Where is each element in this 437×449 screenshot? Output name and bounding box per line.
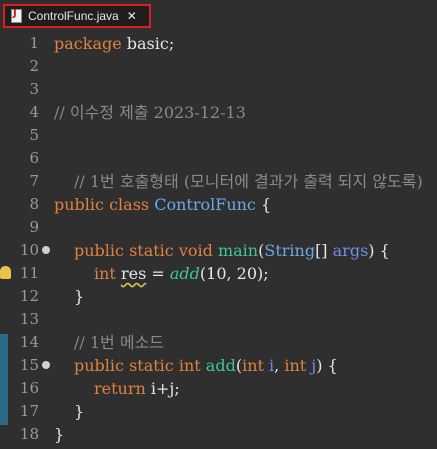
code-line: // 1번 메소드	[52, 331, 437, 354]
keyword: public class	[54, 195, 150, 214]
tab-label: ControlFunc.java	[28, 9, 119, 23]
line-number: 3	[29, 80, 39, 98]
code-text: i+j;	[145, 379, 180, 398]
variable-warning[interactable]: res	[121, 264, 146, 283]
code-line: package basic;	[52, 32, 437, 55]
keyword: return	[94, 379, 146, 398]
line-number: 13	[19, 310, 39, 328]
line-number: 12	[19, 287, 39, 305]
code-text-area[interactable]: package basic; // 이수정 제출 2023-12-13 // 1…	[52, 29, 437, 449]
code-text: basic;	[121, 34, 175, 53]
code-line: public static int add(int i, int j) {	[52, 354, 437, 377]
line-number: 2	[29, 57, 39, 75]
code-text: ) {	[316, 356, 338, 375]
code-line: }	[52, 285, 437, 308]
editor-tab-bar: ControlFunc.java ✕	[0, 0, 437, 30]
code-line: // 이수정 제출 2023-12-13	[52, 101, 437, 124]
code-text: }	[74, 287, 85, 306]
line-number-gutter: 1 2 3 4 5 6 7 8 9 10 11 12 13 14 15 16 1…	[0, 29, 52, 449]
line-number: 1	[29, 34, 39, 52]
code-editor[interactable]: 1 2 3 4 5 6 7 8 9 10 11 12 13 14 15 16 1…	[0, 29, 437, 449]
keyword: public static int	[74, 356, 201, 375]
method-call: add	[169, 264, 200, 283]
keyword: int	[284, 356, 307, 375]
method-name: add	[205, 356, 236, 375]
line-number: 17	[19, 402, 39, 420]
code-line: public static void main(String[] args) {	[52, 239, 437, 262]
code-line: public class ControlFunc {	[52, 193, 437, 216]
line-number: 11	[19, 264, 39, 282]
code-line: }	[52, 400, 437, 423]
code-line: }	[52, 423, 437, 446]
code-text: ,	[274, 356, 285, 375]
comment: // 이수정 제출 2023-12-13	[54, 103, 246, 122]
code-text: []	[315, 241, 333, 260]
code-text: {	[255, 195, 272, 214]
method-name: main	[217, 241, 259, 260]
code-line: // 1번 호출형태 (모니터에 결과가 출력 되지 않도록)	[52, 170, 437, 193]
line-number: 8	[29, 195, 39, 213]
line-number: 9	[29, 218, 39, 236]
comment: // 1번 호출형태 (모니터에 결과가 출력 되지 않도록)	[74, 172, 423, 191]
code-text: }	[74, 402, 85, 421]
keyword: int	[94, 264, 116, 283]
line-number: 4	[29, 103, 39, 121]
code-line: int res = add(10, 20);	[52, 262, 437, 285]
line-number: 5	[29, 126, 39, 144]
line-number: 14	[19, 333, 39, 351]
line-number: 10	[19, 241, 39, 259]
code-line: return i+j;	[52, 377, 437, 400]
code-text: ) {	[368, 241, 390, 260]
fold-toggle-icon[interactable]	[42, 361, 50, 369]
class-name: ControlFunc	[154, 195, 256, 214]
type-name: String	[264, 241, 316, 260]
keyword: package	[54, 34, 122, 53]
line-number: 18	[19, 425, 39, 443]
fold-toggle-icon[interactable]	[42, 246, 50, 254]
code-text: }	[54, 425, 65, 444]
parameter-name: args	[332, 241, 369, 260]
line-number: 15	[19, 356, 39, 374]
code-text: (10, 20);	[199, 264, 269, 283]
line-number: 16	[19, 379, 39, 397]
keyword: int	[242, 356, 264, 375]
close-icon[interactable]: ✕	[127, 9, 137, 23]
keyword: public static void	[74, 241, 213, 260]
java-file-icon	[11, 8, 22, 23]
line-number: 6	[29, 149, 39, 167]
comment: // 1번 메소드	[74, 333, 165, 352]
line-number: 7	[29, 172, 39, 190]
code-text: =	[146, 264, 170, 283]
file-tab-controlfunc[interactable]: ControlFunc.java ✕	[3, 4, 151, 28]
